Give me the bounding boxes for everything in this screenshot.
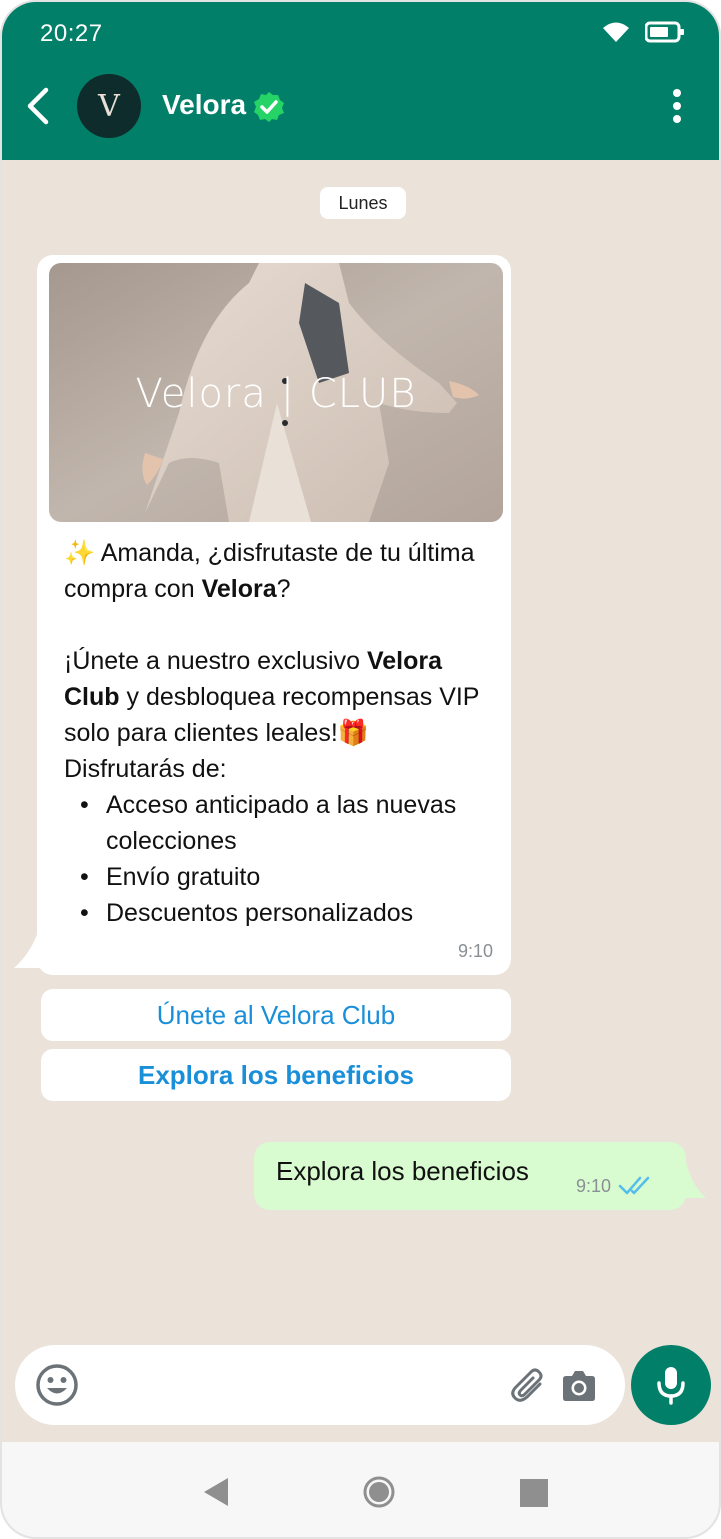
promo-brand: Velora | CLUB bbox=[49, 371, 503, 417]
outgoing-timestamp: 9:10 bbox=[576, 1176, 612, 1196]
promo-brand-name: Velora bbox=[135, 371, 267, 417]
incoming-message-bubble: Velora | CLUB ✨ Amanda, ¿disfrutaste de … bbox=[37, 255, 511, 975]
wifi-icon bbox=[603, 22, 629, 42]
more-options-icon[interactable] bbox=[670, 88, 684, 124]
system-navigation-bar bbox=[2, 1442, 719, 1537]
chat-header: 20:27 V Velora bbox=[2, 2, 719, 160]
date-chip: Lunes bbox=[320, 187, 406, 219]
outgoing-text: Explora los beneficios bbox=[276, 1156, 529, 1186]
greeting-end: ? bbox=[276, 575, 291, 603]
promo-image[interactable]: Velora | CLUB bbox=[49, 263, 503, 522]
outgoing-message-bubble: Explora los beneficios 9:10 bbox=[254, 1142, 686, 1210]
gift-emoji: 🎁 bbox=[337, 719, 369, 747]
message-input[interactable] bbox=[95, 1365, 495, 1405]
benefit-item: Descuentos personalizados bbox=[64, 895, 494, 931]
message-composer bbox=[15, 1345, 625, 1425]
status-icons bbox=[601, 20, 685, 44]
mic-button[interactable] bbox=[631, 1345, 711, 1425]
explore-benefits-button[interactable]: Explora los beneficios bbox=[41, 1049, 511, 1101]
message-text: ✨ Amanda, ¿disfrutaste de tu última comp… bbox=[64, 535, 494, 931]
sparkles-emoji: ✨ bbox=[64, 539, 96, 567]
emoji-icon[interactable] bbox=[35, 1363, 79, 1407]
benefits-list: Acceso anticipado a las nuevas coleccion… bbox=[64, 787, 494, 931]
microphone-icon bbox=[657, 1367, 685, 1405]
nav-recent-icon[interactable] bbox=[520, 1479, 548, 1507]
invite-end: y desbloquea recompensas VIP solo para c… bbox=[64, 683, 480, 747]
phone-screen: 20:27 V Velora Lunes Velora | CLUB ✨ Ama… bbox=[0, 0, 721, 1539]
status-time: 20:27 bbox=[40, 20, 103, 47]
camera-icon[interactable] bbox=[560, 1369, 598, 1403]
benefit-item: Envío gratuito bbox=[64, 859, 494, 895]
promo-divider: | bbox=[280, 371, 309, 417]
battery-icon bbox=[645, 21, 684, 43]
contact-avatar[interactable]: V bbox=[77, 74, 141, 138]
brand-bold: Velora bbox=[201, 575, 277, 603]
message-greeting: ✨ Amanda, ¿disfrutaste de tu última comp… bbox=[64, 535, 494, 607]
nav-back-icon[interactable] bbox=[202, 1476, 232, 1508]
contact-name[interactable]: Velora bbox=[162, 89, 246, 121]
benefit-item: Acceso anticipado a las nuevas coleccion… bbox=[64, 787, 494, 859]
double-check-icon bbox=[618, 1176, 650, 1195]
nav-home-icon[interactable] bbox=[362, 1475, 396, 1509]
back-arrow-icon[interactable] bbox=[22, 86, 56, 126]
join-club-button[interactable]: Únete al Velora Club bbox=[41, 989, 511, 1041]
avatar-letter: V bbox=[98, 88, 120, 124]
incoming-timestamp: 9:10 bbox=[457, 941, 493, 961]
attach-icon[interactable] bbox=[510, 1367, 548, 1405]
verified-badge-icon bbox=[254, 92, 284, 122]
message-invite: ¡Únete a nuestro exclusivo Velora Club y… bbox=[64, 643, 494, 751]
invite-text: ¡Únete a nuestro exclusivo bbox=[64, 647, 367, 675]
benefits-intro: Disfrutarás de: bbox=[64, 755, 227, 783]
promo-brand-sub: CLUB bbox=[308, 371, 417, 417]
